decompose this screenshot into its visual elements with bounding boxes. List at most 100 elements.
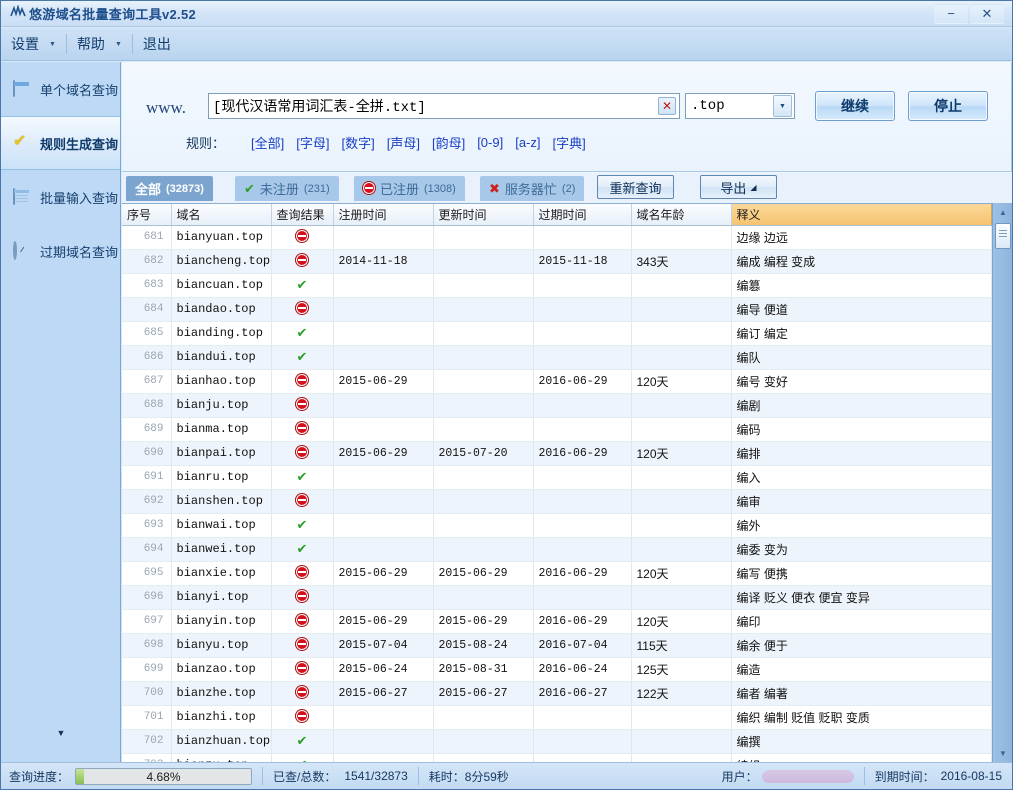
chevron-down-icon[interactable]: ▼ (773, 95, 792, 117)
table-row[interactable]: 687bianhao.top2015-06-292016-06-29120天编号… (122, 369, 991, 393)
table-row[interactable]: 689bianma.top编码 (122, 417, 991, 441)
cell-index: 686 (122, 345, 171, 369)
cell-expire-time: 2016-06-29 (533, 369, 631, 393)
tab-server-busy[interactable]: ✖ 服务器忙 (2) (480, 176, 584, 201)
rule-link-all[interactable]: [全部] (251, 133, 284, 152)
deny-icon (296, 254, 308, 266)
rule-link-0-9[interactable]: [0-9] (477, 135, 503, 150)
results-grid: 序号 域名 查询结果 注册时间 更新时间 过期时间 域名年龄 释义 681bia… (122, 203, 1012, 762)
table-row[interactable]: 682biancheng.top2014-11-182015-11-18343天… (122, 249, 991, 273)
rule-link-digits[interactable]: [数字] (341, 133, 374, 152)
column-header-expire-time[interactable]: 过期时间 (533, 204, 631, 225)
cell-meaning: 编者 编著 (731, 681, 991, 705)
cell-result (271, 633, 333, 657)
chevron-down-icon[interactable]: ▼ (49, 41, 56, 48)
menu-item-settings-label: 设置 (11, 34, 39, 54)
table-row[interactable]: 681bianyuan.top边缘 边远 (122, 225, 991, 249)
cell-result: ✔ (271, 321, 333, 345)
sidebar-item-rule-generated[interactable]: ✔ 规则生成查询 (1, 116, 120, 170)
cell-result (271, 705, 333, 729)
menu-item-help-label: 帮助 (77, 34, 105, 54)
column-header-domain[interactable]: 域名 (171, 204, 271, 225)
table-row[interactable]: 698bianyu.top2015-07-042015-08-242016-07… (122, 633, 991, 657)
continue-button[interactable]: 继续 (815, 91, 895, 121)
tab-unregistered[interactable]: ✔ 未注册 (231) (235, 176, 339, 201)
menu-item-settings[interactable]: 设置 ▼ (1, 31, 66, 57)
table-row[interactable]: 691bianru.top✔编入 (122, 465, 991, 489)
cell-domain-age (631, 537, 731, 561)
cell-expire-time: 2016-06-29 (533, 609, 631, 633)
cell-index: 689 (122, 417, 171, 441)
table-row[interactable]: 685bianding.top✔编订 编定 (122, 321, 991, 345)
table-row[interactable]: 683biancuan.top✔编篡 (122, 273, 991, 297)
requery-button[interactable]: 重新查询 (597, 175, 674, 199)
cell-domain-age (631, 345, 731, 369)
table-row[interactable]: 690bianpai.top2015-06-292015-07-202016-0… (122, 441, 991, 465)
stop-button[interactable]: 停止 (908, 91, 988, 121)
cell-registered-time (333, 273, 433, 297)
cell-domain-age: 120天 (631, 609, 731, 633)
table-row[interactable]: 692bianshen.top编审 (122, 489, 991, 513)
table-row[interactable]: 699bianzao.top2015-06-242015-08-312016-0… (122, 657, 991, 681)
rule-link-letters[interactable]: [字母] (296, 133, 329, 152)
table-row[interactable]: 688bianju.top编剧 (122, 393, 991, 417)
tld-value: .top (686, 98, 773, 114)
scrollbar-thumb[interactable] (995, 223, 1011, 249)
cell-meaning: 编外 (731, 513, 991, 537)
deny-icon (296, 422, 308, 434)
status-bar: 查询进度： 4.68% 已查/总数： 1541/32873 耗时： 8分59秒 … (1, 762, 1012, 789)
tab-all[interactable]: 全部 (32873) (126, 176, 213, 201)
sidebar-item-expired-domain[interactable]: 过期域名查询 (1, 224, 120, 278)
sidebar-item-single-domain[interactable]: 单个域名查询 (1, 62, 120, 116)
cell-domain-age (631, 729, 731, 753)
table-row[interactable]: 693bianwai.top✔编外 (122, 513, 991, 537)
cell-updated-time (433, 225, 533, 249)
table-row[interactable]: 684biandao.top编导 便道 (122, 297, 991, 321)
column-header-index[interactable]: 序号 (122, 204, 171, 225)
deny-icon (296, 446, 308, 458)
deny-icon (296, 566, 308, 578)
deny-icon (296, 662, 308, 674)
cell-domain: bianzhe.top (171, 681, 271, 705)
table-row[interactable]: 697bianyin.top2015-06-292015-06-292016-0… (122, 609, 991, 633)
rule-link-initials[interactable]: [声母] (387, 133, 420, 152)
menu-item-help[interactable]: 帮助 ▼ (67, 31, 132, 57)
scroll-down-icon[interactable]: ▼ (993, 744, 1013, 762)
rule-link-finals[interactable]: [韵母] (432, 133, 465, 152)
tld-select[interactable]: .top ▼ (685, 93, 795, 119)
rule-link-dictionary[interactable]: [字典] (553, 133, 586, 152)
column-header-registered-time[interactable]: 注册时间 (333, 204, 433, 225)
cell-index: 684 (122, 297, 171, 321)
rule-link-a-z[interactable]: [a-z] (515, 135, 540, 150)
menu-item-exit[interactable]: 退出 (133, 31, 181, 57)
cell-domain: bianhao.top (171, 369, 271, 393)
cell-registered-time (333, 489, 433, 513)
sidebar-item-batch-input[interactable]: 批量输入查询 (1, 170, 120, 224)
vertical-scrollbar[interactable]: ▲ ▼ (992, 203, 1012, 762)
column-header-result[interactable]: 查询结果 (271, 204, 333, 225)
table-row[interactable]: 686biandui.top✔编队 (122, 345, 991, 369)
table-row[interactable]: 694bianwei.top✔编委 变为 (122, 537, 991, 561)
table-row[interactable]: 696bianyi.top编译 贬义 便衣 便宜 变异 (122, 585, 991, 609)
export-button[interactable]: 导出 ◢ (700, 175, 777, 199)
cell-result: ✔ (271, 465, 333, 489)
cell-updated-time (433, 249, 533, 273)
chevron-down-icon[interactable]: ▼ (115, 41, 122, 48)
table-row[interactable]: 700bianzhe.top2015-06-272015-06-272016-0… (122, 681, 991, 705)
column-header-meaning[interactable]: 释义 (731, 204, 991, 225)
cell-result (271, 657, 333, 681)
tab-server-busy-count: (2) (562, 183, 575, 195)
table-row[interactable]: 701bianzhi.top编织 编制 贬值 贬职 变质 (122, 705, 991, 729)
column-header-updated-time[interactable]: 更新时间 (433, 204, 533, 225)
table-row[interactable]: 695bianxie.top2015-06-292015-06-292016-0… (122, 561, 991, 585)
clear-icon[interactable]: ✕ (658, 97, 676, 115)
minimize-button[interactable]: − (934, 4, 968, 24)
cell-domain-age (631, 585, 731, 609)
chevron-down-icon[interactable]: ▼ (1, 728, 121, 738)
scroll-up-icon[interactable]: ▲ (993, 203, 1013, 221)
table-row[interactable]: 702bianzhuan.top✔编撰 (122, 729, 991, 753)
tab-registered[interactable]: 已注册 (1308) (354, 176, 465, 201)
close-button[interactable]: ✕ (970, 4, 1004, 24)
keyword-file-input[interactable]: [现代汉语常用词汇表-全拼.txt] ✕ (208, 93, 680, 119)
column-header-domain-age[interactable]: 域名年龄 (631, 204, 731, 225)
